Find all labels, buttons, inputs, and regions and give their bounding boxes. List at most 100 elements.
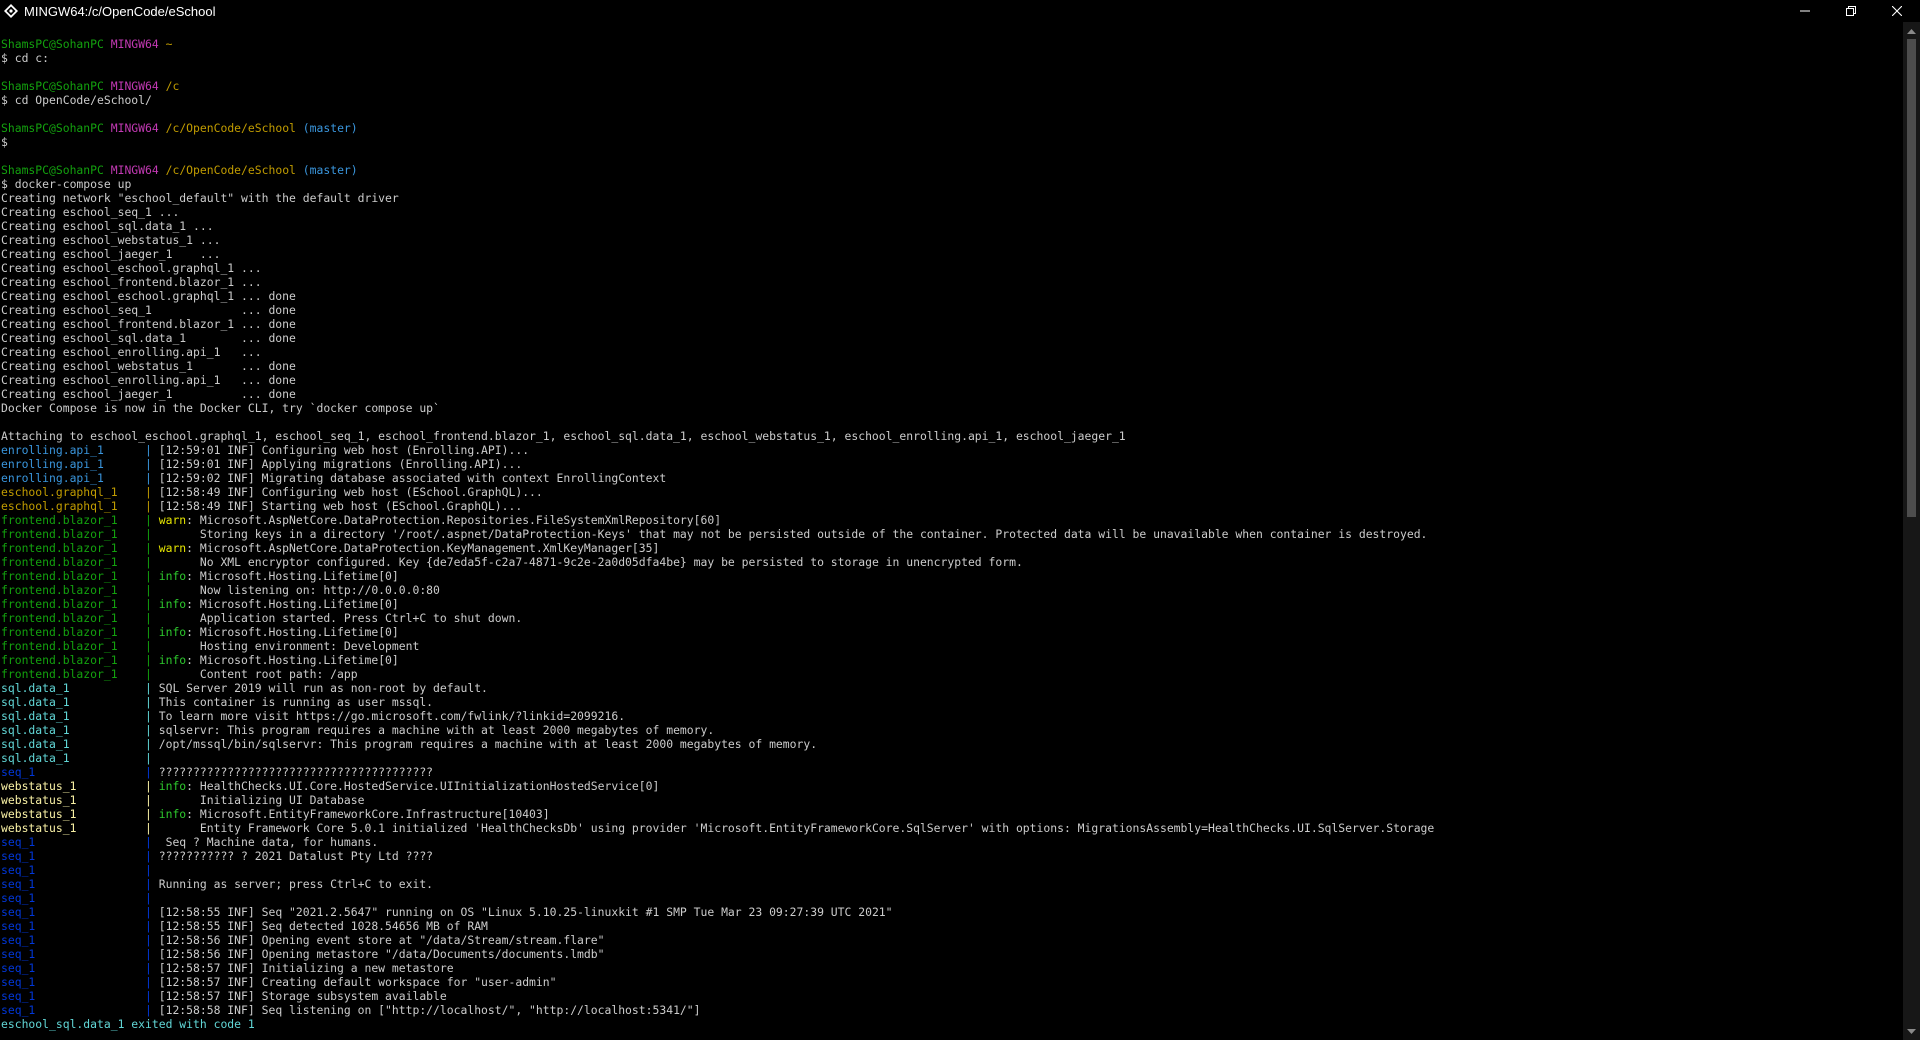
terminal-text-segment: webstatus_1 <box>1 821 146 835</box>
terminal-line: enrolling.api_1 | [12:59:01 INF] Applyin… <box>1 457 1901 471</box>
terminal-text-segment: /opt/mssql/bin/sqlservr: This program re… <box>158 737 818 751</box>
terminal-text-segment: /c/OpenCode/eSchool <box>165 121 296 135</box>
terminal-text-segment: [12:58:56 INF] Opening metastore "/data/… <box>158 947 605 961</box>
terminal-text-segment: seq_1 <box>1 961 146 975</box>
terminal-text-segment: | <box>145 485 159 499</box>
title-bar[interactable]: MINGW64:/c/OpenCode/eSchool <box>0 0 1920 22</box>
terminal-text-segment: Hosting environment: Development <box>158 639 420 653</box>
terminal-text-segment: To learn more visit https://go.microsoft… <box>158 709 626 723</box>
terminal-line: enrolling.api_1 | [12:59:01 INF] Configu… <box>1 443 1901 457</box>
terminal-text-segment: | <box>145 807 159 821</box>
terminal-line: Creating eschool_seq_1 ... done <box>1 303 1901 317</box>
terminal-text-segment: seq_1 <box>1 933 146 947</box>
terminal-text-segment: ???????????????????????????????????????? <box>158 765 434 779</box>
terminal-text-segment: seq_1 <box>1 877 146 891</box>
terminal-text-segment: frontend.blazor_1 <box>1 513 146 527</box>
scroll-up-button[interactable] <box>1903 22 1920 39</box>
terminal-text-segment: Content root path: /app <box>158 667 358 681</box>
terminal-text-segment: Creating eschool_sql.data_1 ... done <box>1 331 296 345</box>
terminal-text-segment: | <box>145 891 152 905</box>
terminal-text-segment: Creating eschool_seq_1 ... done <box>1 303 296 317</box>
terminal-text-segment: $ docker-compose up <box>1 177 132 191</box>
terminal-line: sql.data_1 | To learn more visit https:/… <box>1 709 1901 723</box>
terminal-line: Creating eschool_seq_1 ... <box>1 205 1901 219</box>
terminal-text-segment: Entity Framework Core 5.0.1 initialized … <box>158 821 1435 835</box>
terminal-text-segment: Creating eschool_enrolling.api_1 ... don… <box>1 373 296 387</box>
terminal-text-segment: Creating eschool_eschool.graphql_1 ... d… <box>1 289 296 303</box>
terminal-line: seq_1 | Seq ? Machine data, for humans. <box>1 835 1901 849</box>
terminal-text-segment: [12:58:58 INF] Seq listening on ["http:/… <box>158 1003 701 1017</box>
terminal-line: webstatus_1 | Entity Framework Core 5.0.… <box>1 821 1901 835</box>
terminal-text-segment: [12:58:57 INF] Storage subsystem availab… <box>158 989 447 1003</box>
close-button[interactable] <box>1874 0 1920 22</box>
terminal-line: sql.data_1 | SQL Server 2019 will run as… <box>1 681 1901 695</box>
git-bash-icon <box>3 3 19 19</box>
terminal-text-segment: | <box>145 625 159 639</box>
terminal-text-segment: info <box>158 597 187 611</box>
terminal-text-segment: | <box>145 667 159 681</box>
minimize-icon <box>1800 10 1810 12</box>
terminal-text-segment: $ cd OpenCode/eSchool/ <box>1 93 152 107</box>
terminal-text-segment: seq_1 <box>1 919 146 933</box>
terminal-text-segment: frontend.blazor_1 <box>1 611 146 625</box>
terminal-line: Creating eschool_enrolling.api_1 ... <box>1 345 1901 359</box>
terminal-line: seq_1 | <box>1 863 1901 877</box>
terminal-line: eschool.graphql_1 | [12:58:49 INF] Start… <box>1 499 1901 513</box>
terminal-text-segment: | <box>145 1003 159 1017</box>
terminal-text-segment: [12:59:02 INF] Migrating database associ… <box>158 471 667 485</box>
terminal-text-segment: seq_1 <box>1 989 146 1003</box>
terminal-text-segment: Creating eschool_enrolling.api_1 ... <box>1 345 262 359</box>
terminal-text-segment: seq_1 <box>1 891 146 905</box>
terminal-output[interactable]: ShamsPC@SohanPC MINGW64 ~ $ cd c: ShamsPC@… <box>1 37 1901 1037</box>
terminal-line: ShamsPC@SohanPC MINGW64 /c <box>1 79 1901 93</box>
terminal-text-segment: frontend.blazor_1 <box>1 639 146 653</box>
terminal-text-segment: warn <box>158 513 187 527</box>
terminal-text-segment: enrolling.api_1 <box>1 471 146 485</box>
restore-icon <box>1846 6 1856 16</box>
terminal-text-segment: seq_1 <box>1 947 146 961</box>
terminal-text-segment: seq_1 <box>1 905 146 919</box>
terminal-text-segment: | <box>145 555 159 569</box>
window-title: MINGW64:/c/OpenCode/eSchool <box>24 3 216 19</box>
scroll-thumb[interactable] <box>1907 39 1916 517</box>
terminal-text-segment: ShamsPC@SohanPC <box>1 79 111 93</box>
terminal-line: ShamsPC@SohanPC MINGW64 /c/OpenCode/eSch… <box>1 121 1901 135</box>
minimize-button[interactable] <box>1782 0 1828 22</box>
terminal-line: sql.data_1 | /opt/mssql/bin/sqlservr: Th… <box>1 737 1901 751</box>
terminal-line: seq_1 | [12:58:57 INF] Storage subsystem… <box>1 989 1901 1003</box>
scroll-down-button[interactable] <box>1903 1023 1920 1040</box>
terminal-text-segment: MINGW64 <box>110 163 166 177</box>
terminal-text-segment: [12:58:57 INF] Creating default workspac… <box>158 975 557 989</box>
terminal-line: Creating eschool_frontend.blazor_1 ... d… <box>1 317 1901 331</box>
terminal-line: ShamsPC@SohanPC MINGW64 ~ <box>1 37 1901 51</box>
terminal-text-segment: | <box>145 457 159 471</box>
terminal-text-segment: ??????????? ? 2021 Datalust Pty Ltd ???? <box>158 849 434 863</box>
terminal-text-segment: [12:58:56 INF] Opening event store at "/… <box>158 933 605 947</box>
terminal-line: frontend.blazor_1 | info: Microsoft.Host… <box>1 625 1901 639</box>
terminal-text-segment: seq_1 <box>1 1003 146 1017</box>
terminal-text-segment: Creating network "eschool_default" with … <box>1 191 399 205</box>
terminal-text-segment: seq_1 <box>1 863 146 877</box>
terminal-line: frontend.blazor_1 | Storing keys in a di… <box>1 527 1901 541</box>
terminal-text-segment: | <box>145 471 159 485</box>
terminal-line: $ cd c: <box>1 51 1901 65</box>
restore-button[interactable] <box>1828 0 1874 22</box>
vertical-scrollbar[interactable] <box>1903 22 1920 1040</box>
terminal-text-segment: Creating eschool_sql.data_1 ... <box>1 219 214 233</box>
terminal-text-segment: : HealthChecks.UI.Core.HostedService.UII… <box>186 779 660 793</box>
terminal-text-segment: [12:58:57 INF] Initializing a new metast… <box>158 961 454 975</box>
terminal-text-segment: | <box>145 989 159 1003</box>
terminal-text-segment: : Microsoft.Hosting.Lifetime[0] <box>186 653 399 667</box>
terminal-text-segment: Creating eschool_webstatus_1 ... <box>1 233 221 247</box>
terminal-text-segment: | <box>145 975 159 989</box>
terminal-text-segment: sqlservr: This program requires a machin… <box>158 723 715 737</box>
terminal-text-segment: webstatus_1 <box>1 779 146 793</box>
terminal-text-segment: | <box>145 779 159 793</box>
terminal-text-segment: MINGW64 <box>110 121 166 135</box>
terminal-text-segment: [12:58:55 INF] Seq "2021.2.5647" running… <box>158 905 893 919</box>
terminal-line: seq_1 | Running as server; press Ctrl+C … <box>1 877 1901 891</box>
terminal-text-segment: frontend.blazor_1 <box>1 527 146 541</box>
terminal-line: frontend.blazor_1 | Now listening on: ht… <box>1 583 1901 597</box>
terminal-text-segment: | <box>145 919 159 933</box>
